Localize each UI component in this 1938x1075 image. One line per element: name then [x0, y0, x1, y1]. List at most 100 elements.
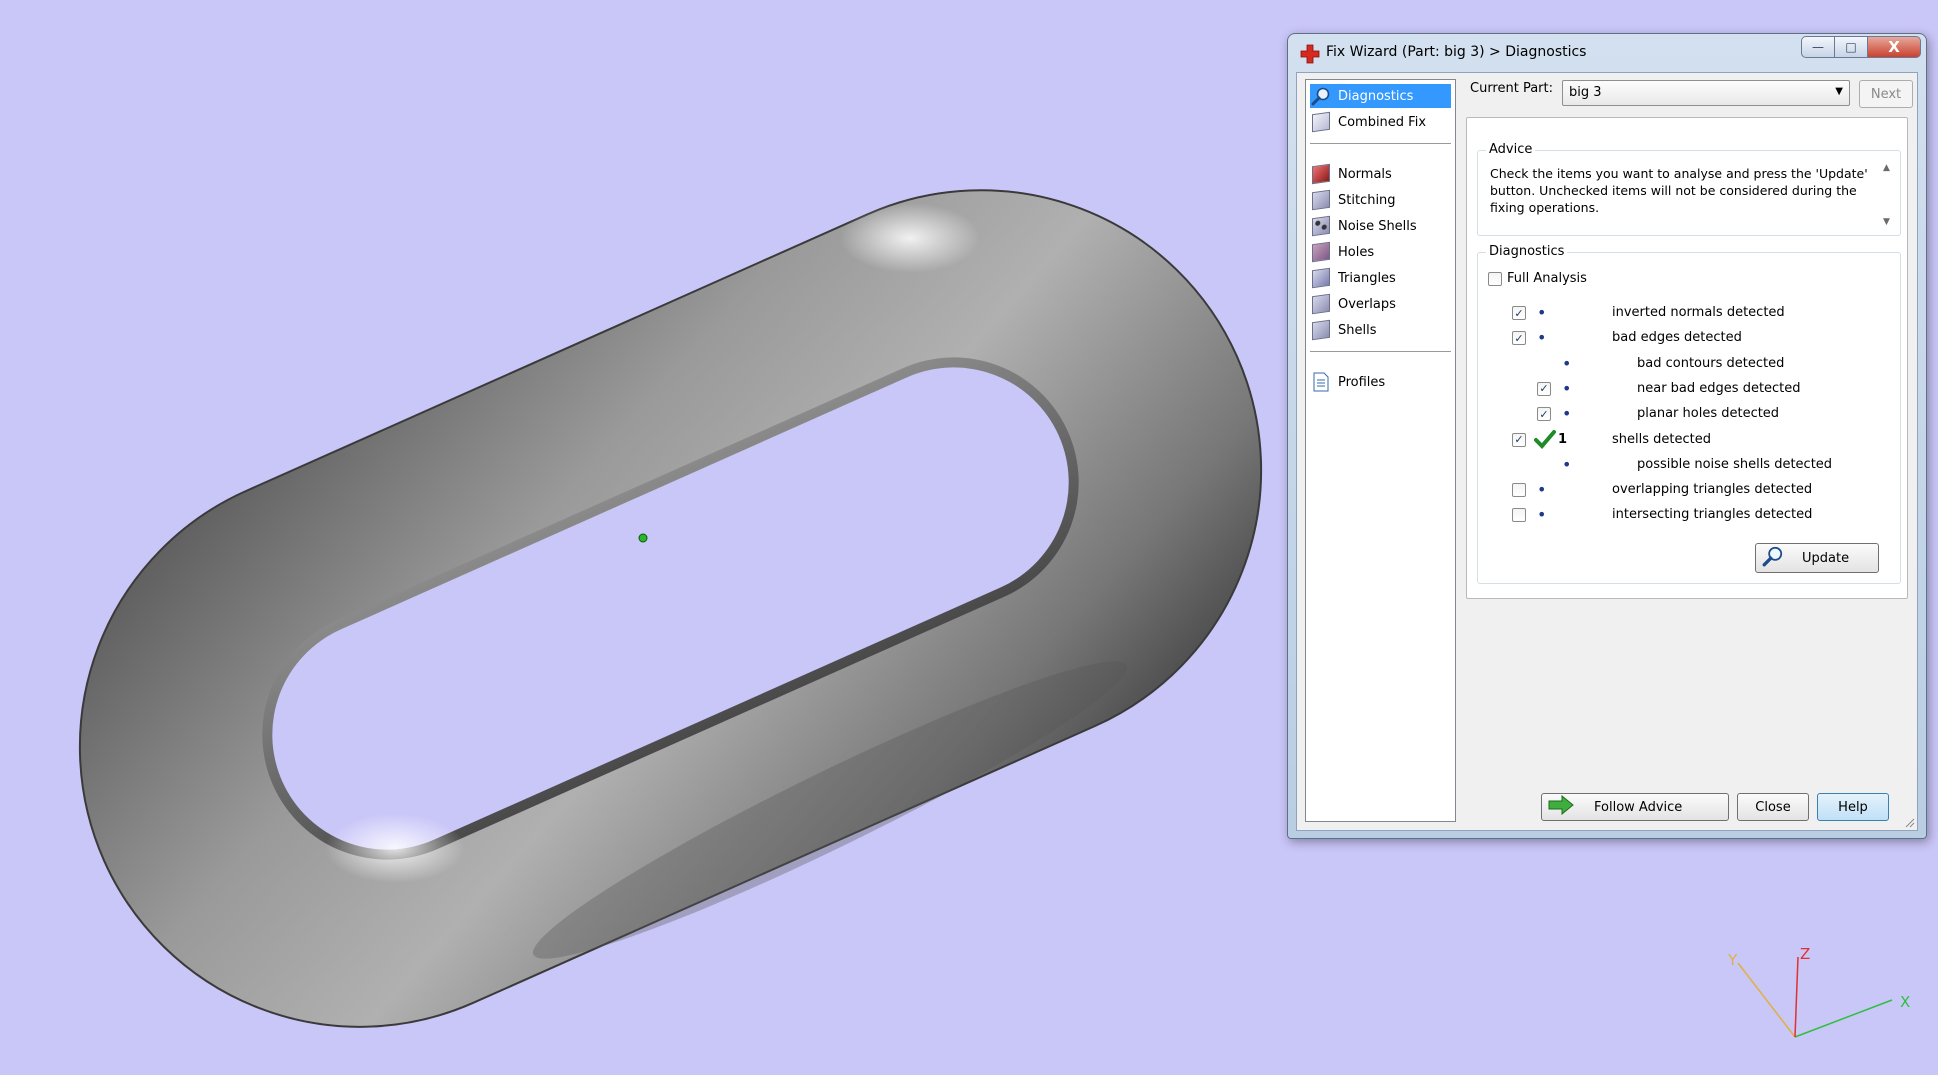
- shell-count: 1: [1558, 431, 1568, 447]
- status-bullet: •: [1537, 480, 1547, 500]
- diagnostic-checkbox[interactable]: ✓: [1512, 432, 1526, 447]
- nav-item-diagnostics[interactable]: Diagnostics: [1310, 84, 1451, 108]
- next-button[interactable]: Next: [1859, 80, 1913, 108]
- holes-cube-icon: [1310, 241, 1332, 263]
- nav-label-profiles: Profiles: [1338, 374, 1386, 390]
- status-bullet: •: [1562, 454, 1572, 474]
- diagnostics-group: Diagnostics Full Analysis ✓ • inverted nor…: [1477, 244, 1901, 584]
- diagnostic-checkbox[interactable]: [1512, 508, 1526, 523]
- diagnostic-row: ✓ • bad edges detected: [1478, 328, 1898, 348]
- triangles-cube-icon: [1310, 267, 1332, 289]
- nav-item-normals[interactable]: Normals: [1310, 162, 1451, 186]
- diagnostic-label: near bad edges detected: [1637, 380, 1801, 396]
- diagnostic-checkbox[interactable]: ✓: [1512, 331, 1526, 346]
- diagnostic-label: inverted normals detected: [1612, 305, 1785, 320]
- nav-item-triangles[interactable]: Triangles: [1310, 266, 1451, 290]
- current-part-value: big 3: [1569, 85, 1602, 100]
- stitching-cube-icon: [1310, 189, 1332, 211]
- diagnostic-checkbox[interactable]: ✓: [1537, 381, 1551, 396]
- status-bullet: •: [1562, 378, 1572, 398]
- diagnostic-label: overlapping triangles detected: [1612, 482, 1813, 498]
- nav-item-shells[interactable]: Shells: [1310, 318, 1451, 342]
- red-cross-icon: [1300, 44, 1320, 64]
- normals-cube-icon: [1310, 163, 1332, 185]
- nav-item-stitching[interactable]: Stitching: [1310, 188, 1451, 212]
- diagnostic-row: ✓ • inverted normals detected: [1478, 303, 1898, 323]
- title-bar[interactable]: Fix Wizard (Part: big 3) > Diagnostics —…: [1288, 34, 1926, 72]
- nav-label-noise-shells: Noise Shells: [1338, 218, 1417, 234]
- axis-triad: X Y Z: [1727, 945, 1910, 1038]
- diagnostic-row: ✓ 1 shells detected: [1478, 429, 1898, 453]
- noise-shells-icon: [1310, 215, 1332, 237]
- diagnostic-label: shells detected: [1612, 431, 1711, 447]
- resize-grip-icon[interactable]: [1903, 816, 1915, 828]
- diagnostic-label: bad edges detected: [1612, 330, 1742, 346]
- magnifier-icon: [1310, 85, 1332, 107]
- update-button[interactable]: Update: [1755, 543, 1879, 573]
- help-button[interactable]: Help: [1817, 793, 1889, 821]
- diagnostic-row: • overlapping triangles detected: [1478, 480, 1898, 500]
- shells-cube-icon: [1310, 319, 1332, 341]
- z-axis-line: [1794, 956, 1799, 1038]
- magnifier-icon: [1762, 545, 1784, 571]
- nav-item-combined-fix[interactable]: Combined Fix: [1310, 110, 1451, 134]
- close-window-button[interactable]: X: [1867, 36, 1921, 58]
- nav-label-stitching: Stitching: [1338, 192, 1396, 208]
- full-analysis-label: Full Analysis: [1507, 271, 1587, 286]
- y-axis-label: Y: [1727, 951, 1738, 969]
- diagnostic-label: planar holes detected: [1637, 406, 1780, 422]
- diagnostic-row: • intersecting triangles detected: [1478, 505, 1898, 525]
- y-axis-line: [1737, 962, 1796, 1038]
- diagnostic-checkbox[interactable]: [1512, 483, 1526, 498]
- update-button-label: Update: [1802, 550, 1850, 566]
- nav-label-overlaps: Overlaps: [1338, 296, 1396, 312]
- scroll-down-icon[interactable]: ▼: [1883, 217, 1890, 227]
- diagnostic-row: • bad contours detected: [1478, 354, 1898, 374]
- current-part-select[interactable]: big 3 ▼: [1562, 80, 1850, 106]
- full-analysis-checkbox[interactable]: [1488, 271, 1502, 286]
- advice-text: Check the items you want to analyse and …: [1490, 166, 1868, 215]
- diagnostic-label: possible noise shells detected: [1637, 456, 1833, 472]
- advice-title: Advice: [1486, 142, 1536, 157]
- minimize-button[interactable]: —: [1801, 36, 1835, 58]
- advice-group: Advice Check the items you want to analy…: [1477, 142, 1901, 236]
- scroll-up-icon[interactable]: ▲: [1883, 163, 1890, 173]
- dialog-client-area: Diagnostics Combined Fix Normals Stitchi…: [1296, 72, 1918, 831]
- diagnostics-title: Diagnostics: [1486, 244, 1568, 259]
- maximize-button[interactable]: □: [1834, 36, 1868, 58]
- close-button[interactable]: Close: [1737, 793, 1809, 821]
- chevron-down-icon: ▼: [1835, 86, 1843, 97]
- x-axis-line: [1794, 999, 1893, 1038]
- fix-nav-list: Diagnostics Combined Fix Normals Stitchi…: [1305, 79, 1456, 822]
- diagnostics-panel: Advice Check the items you want to analy…: [1466, 117, 1908, 599]
- diagnostic-label: bad contours detected: [1637, 355, 1785, 371]
- follow-advice-label: Follow Advice: [1594, 799, 1683, 815]
- advice-scrollbar[interactable]: ▲ ▼: [1880, 163, 1896, 227]
- status-bullet: •: [1537, 505, 1547, 525]
- cube-icon: [1310, 111, 1332, 133]
- nav-item-noise-shells[interactable]: Noise Shells: [1310, 214, 1451, 238]
- x-axis-label: X: [1900, 993, 1910, 1011]
- diagnostic-checkbox[interactable]: ✓: [1537, 407, 1551, 422]
- checkmark-icon: [1534, 429, 1556, 453]
- nav-item-profiles[interactable]: Profiles: [1310, 370, 1451, 394]
- status-bullet: •: [1537, 328, 1547, 348]
- nav-label-triangles: Triangles: [1338, 270, 1396, 286]
- diagnostic-checkbox[interactable]: ✓: [1512, 306, 1526, 320]
- follow-advice-button[interactable]: Follow Advice: [1541, 793, 1729, 821]
- nav-label-normals: Normals: [1338, 166, 1392, 182]
- z-axis-label: Z: [1800, 945, 1810, 963]
- overlaps-cube-icon: [1310, 293, 1332, 315]
- diagnostic-row: • possible noise shells detected: [1478, 455, 1898, 475]
- nav-item-holes[interactable]: Holes: [1310, 240, 1451, 264]
- diagnostic-row: ✓ • planar holes detected: [1478, 404, 1898, 424]
- window-title: Fix Wizard (Part: big 3) > Diagnostics: [1326, 44, 1587, 60]
- diagnostic-label: intersecting triangles detected: [1612, 507, 1813, 523]
- full-analysis-option[interactable]: Full Analysis: [1488, 271, 1587, 286]
- status-bullet: •: [1562, 353, 1572, 373]
- document-icon: [1310, 371, 1332, 393]
- nav-label-diagnostics: Diagnostics: [1338, 88, 1414, 104]
- nav-item-overlaps[interactable]: Overlaps: [1310, 292, 1451, 316]
- arrow-right-icon: [1548, 794, 1574, 819]
- nav-label-holes: Holes: [1338, 244, 1375, 260]
